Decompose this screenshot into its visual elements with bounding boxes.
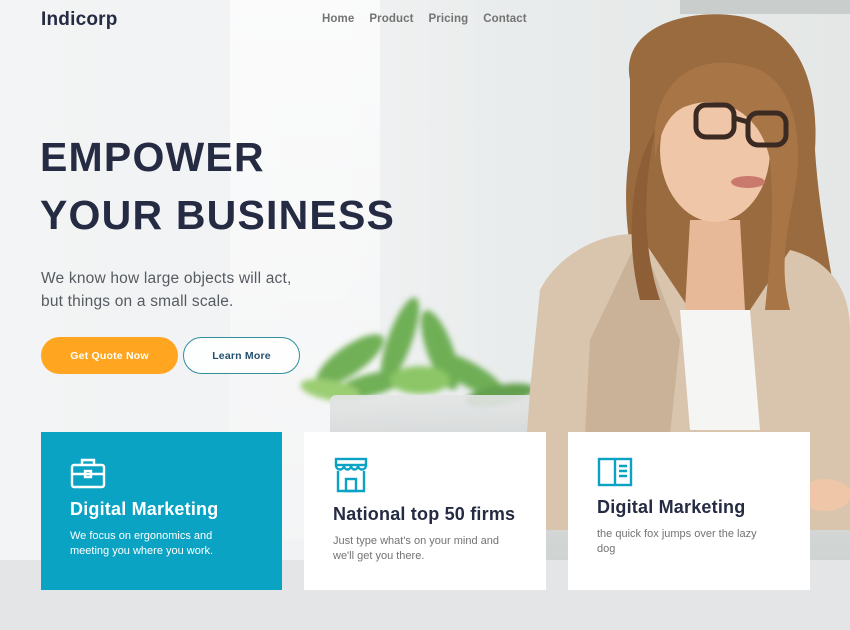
card-text: Just type what's on your mind and we'll … — [333, 534, 499, 564]
card-text-line1: the quick fox jumps over the lazy — [597, 528, 757, 540]
card-text: the quick fox jumps over the lazy dog — [597, 527, 757, 557]
learn-more-button[interactable]: Learn More — [183, 337, 300, 374]
main-nav: Home Product Pricing Contact — [322, 13, 527, 25]
card-title: National top 50 firms — [333, 504, 516, 524]
nav-pricing[interactable]: Pricing — [429, 13, 469, 25]
feature-card-digital-marketing-2[interactable]: Digital Marketing the quick fox jumps ov… — [568, 432, 810, 590]
card-text: We focus on ergonomics and meeting you w… — [70, 529, 213, 559]
card-text-line1: Just type what's on your mind and — [333, 535, 499, 547]
card-title: Digital Marketing — [597, 497, 746, 517]
card-text-line2: dog — [597, 543, 616, 555]
nav-contact[interactable]: Contact — [483, 13, 527, 25]
hero-title-line1: EMPOWER — [40, 134, 265, 180]
hero-title: EMPOWER YOUR BUSINESS — [40, 128, 395, 244]
hero-subtitle-line2: but things on a small scale. — [41, 293, 234, 310]
nav-home[interactable]: Home — [322, 13, 354, 25]
card-text-line2: we'll get you there. — [333, 550, 425, 562]
nav-product[interactable]: Product — [369, 13, 413, 25]
card-title: Digital Marketing — [70, 499, 219, 519]
briefcase-icon — [70, 457, 106, 494]
hero-subtitle-line1: We know how large objects will act, — [41, 270, 292, 287]
card-text-line2: meeting you where you work. — [70, 545, 214, 557]
feature-card-top-firms[interactable]: National top 50 firms Just type what's o… — [304, 432, 546, 590]
hero-subtitle: We know how large objects will act, but … — [41, 267, 292, 313]
feature-card-digital-marketing[interactable]: Digital Marketing We focus on ergonomics… — [41, 432, 282, 590]
get-quote-button[interactable]: Get Quote Now — [41, 337, 178, 374]
card-text-line1: We focus on ergonomics and — [70, 530, 213, 542]
book-icon — [597, 457, 633, 492]
brand-logo[interactable]: Indicorp — [41, 9, 118, 31]
hero-title-line2: YOUR BUSINESS — [40, 192, 396, 238]
storefront-icon — [333, 457, 369, 498]
